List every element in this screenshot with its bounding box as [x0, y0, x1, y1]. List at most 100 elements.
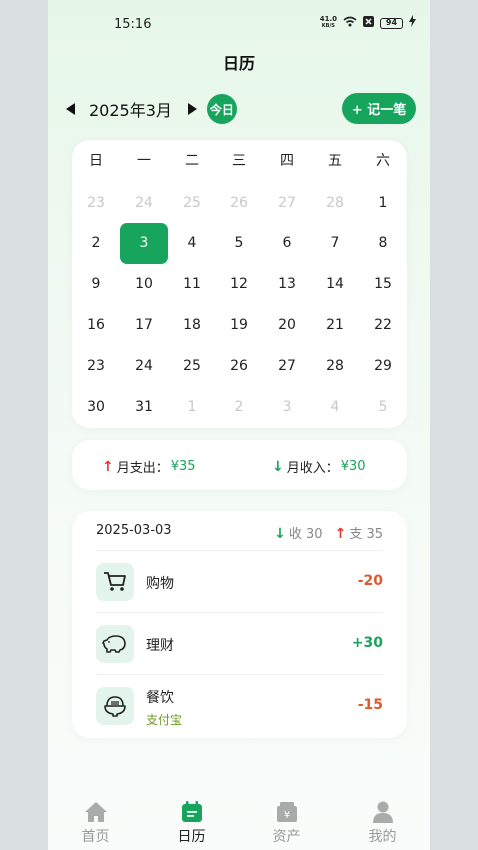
- transaction-name: 餐饮: [146, 690, 174, 706]
- day-number: 28: [326, 194, 344, 211]
- day-number: 23: [87, 357, 105, 374]
- next-month-icon[interactable]: [187, 103, 197, 115]
- day-expense: 支 35: [349, 527, 383, 542]
- day-cell[interactable]: 7: [311, 223, 359, 264]
- day-cell[interactable]: 28: [311, 345, 359, 386]
- day-number: 24: [135, 357, 153, 374]
- day-detail-card: 2025-03-03 ↓收 30 ↑支 35 购物 -20 理财 +30 餐: [72, 511, 407, 738]
- weekday-header: 日 一 二 三 四 五 六: [72, 148, 407, 172]
- day-number: 17: [135, 316, 153, 333]
- day-number: 26: [230, 357, 248, 374]
- day-number: 6: [282, 235, 292, 252]
- transaction-row[interactable]: 购物 -20: [96, 550, 383, 612]
- day-number: 26: [230, 194, 248, 211]
- day-cell[interactable]: 31: [120, 386, 168, 427]
- add-record-button[interactable]: + 记一笔: [342, 93, 416, 124]
- app-screen: 15:16 41.0 KB/S 94 日历 2025年3月 今日 + 记一笔 日…: [48, 0, 430, 850]
- transaction-row[interactable]: 理财 +30: [96, 612, 383, 674]
- no-sim-icon: [363, 15, 374, 31]
- day-cell[interactable]: 24: [120, 345, 168, 386]
- day-number: 27: [278, 194, 296, 211]
- day-number: 9: [91, 276, 101, 293]
- day-cell[interactable]: 23: [72, 345, 120, 386]
- bottom-nav: 首页 日历 ¥ 资产 我的: [48, 790, 430, 850]
- day-cell[interactable]: 9: [72, 264, 120, 305]
- nav-label: 资产: [272, 829, 301, 845]
- month-summary: ↑ 月支出： ¥35 ↓ 月收入： ¥30: [72, 440, 407, 490]
- day-cell[interactable]: 27: [263, 182, 311, 223]
- day-cell[interactable]: 28: [311, 182, 359, 223]
- piggy-bank-icon: [96, 625, 134, 663]
- day-number: 24: [135, 194, 153, 211]
- day-number: 13: [278, 276, 296, 293]
- day-number: 18: [183, 316, 201, 333]
- day-number: 25: [183, 194, 201, 211]
- day-cell[interactable]: 26: [215, 182, 263, 223]
- day-number: 1: [187, 398, 197, 415]
- day-cell[interactable]: 3: [263, 386, 311, 427]
- day-number: 16: [87, 316, 105, 333]
- transaction-row[interactable]: 餐饮 支付宝 -15: [96, 674, 383, 736]
- day-header: 2025-03-03 ↓ 收 30 ↑ 支 35: [96, 523, 383, 547]
- day-totals: ↓ 收 30 ↑ 支 35: [274, 523, 383, 542]
- day-cell[interactable]: 21: [311, 304, 359, 345]
- day-number: 4: [187, 235, 197, 252]
- day-cell[interactable]: 2: [72, 223, 120, 264]
- day-cell[interactable]: 16: [72, 304, 120, 345]
- day-cell[interactable]: 10: [120, 264, 168, 305]
- nav-label: 首页: [81, 829, 110, 845]
- day-number: 14: [326, 276, 344, 293]
- network-speed: 41.0 KB/S: [319, 15, 337, 30]
- day-cell[interactable]: 5: [359, 386, 407, 427]
- day-cell[interactable]: 27: [263, 345, 311, 386]
- day-cell[interactable]: 22: [359, 304, 407, 345]
- day-cell[interactable]: 8: [359, 223, 407, 264]
- day-number: 3: [282, 398, 292, 415]
- day-cell[interactable]: 26: [215, 345, 263, 386]
- day-cell[interactable]: 1: [168, 386, 216, 427]
- day-cell-selected[interactable]: 3: [120, 222, 168, 264]
- day-cell[interactable]: 13: [263, 264, 311, 305]
- day-number: 12: [230, 276, 248, 293]
- today-button[interactable]: 今日: [206, 94, 237, 124]
- day-cell[interactable]: 17: [120, 304, 168, 345]
- day-cell[interactable]: 19: [215, 304, 263, 345]
- user-icon: [371, 800, 395, 824]
- day-cell[interactable]: 14: [311, 264, 359, 305]
- day-number: 20: [278, 316, 296, 333]
- nav-label: 日历: [177, 829, 206, 845]
- day-cell[interactable]: 23: [72, 182, 120, 223]
- day-cell[interactable]: 4: [168, 223, 216, 264]
- day-cell[interactable]: 25: [168, 345, 216, 386]
- day-cell[interactable]: 29: [359, 345, 407, 386]
- day-cell[interactable]: 1: [359, 182, 407, 223]
- day-number: 5: [378, 398, 388, 415]
- transaction-name: 购物: [146, 576, 174, 592]
- day-cell[interactable]: 6: [263, 223, 311, 264]
- day-cell[interactable]: 20: [263, 304, 311, 345]
- nav-assets[interactable]: ¥ 资产: [239, 790, 334, 846]
- month-navigator: 2025年3月 今日: [66, 94, 237, 124]
- arrow-up-icon: ↑: [102, 458, 114, 475]
- day-number: 19: [230, 316, 248, 333]
- day-cell[interactable]: 5: [215, 223, 263, 264]
- day-cell[interactable]: 30: [72, 386, 120, 427]
- day-cell[interactable]: 4: [311, 386, 359, 427]
- status-icons: 41.0 KB/S 94: [320, 15, 416, 31]
- nav-profile[interactable]: 我的: [335, 790, 430, 846]
- day-number: 10: [135, 276, 153, 293]
- day-number: 25: [183, 357, 201, 374]
- weekday-label: 二: [185, 153, 199, 169]
- nav-calendar[interactable]: 日历: [144, 790, 239, 846]
- day-cell[interactable]: 24: [120, 182, 168, 223]
- home-icon: [84, 800, 108, 824]
- day-cell[interactable]: 18: [168, 304, 216, 345]
- day-cell[interactable]: 12: [215, 264, 263, 305]
- day-cell[interactable]: 2: [215, 386, 263, 427]
- prev-month-icon[interactable]: [66, 103, 75, 115]
- nav-home[interactable]: 首页: [48, 790, 143, 846]
- day-income: 收 30: [288, 527, 323, 542]
- day-cell[interactable]: 15: [359, 264, 407, 305]
- day-cell[interactable]: 25: [168, 182, 216, 223]
- day-cell[interactable]: 11: [168, 264, 216, 305]
